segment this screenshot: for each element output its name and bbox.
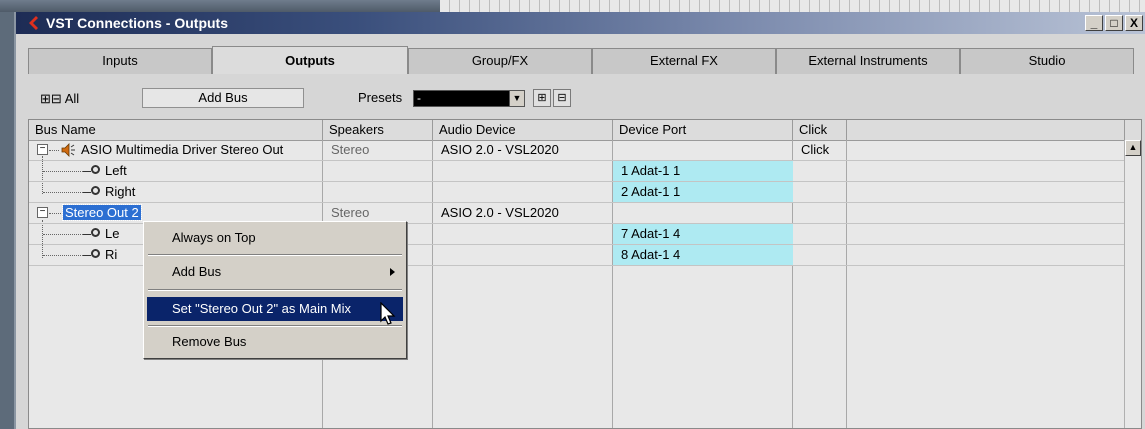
tree-connector xyxy=(83,192,91,193)
tree-connector xyxy=(83,171,91,172)
table-row[interactable]: − ASIO Multimedia Driver Stereo Out Ster… xyxy=(29,140,1125,161)
tab-group-fx[interactable]: Group/FX xyxy=(408,48,592,74)
bus-speakers[interactable]: Stereo xyxy=(323,203,433,223)
submenu-arrow-icon xyxy=(390,268,395,276)
bus-device-port[interactable] xyxy=(613,140,793,160)
minimize-button[interactable]: _ xyxy=(1085,15,1103,31)
collapse-toggle-icon[interactable]: − xyxy=(37,207,48,218)
window-title: VST Connections - Outputs xyxy=(46,15,228,31)
cubase-logo-icon xyxy=(29,16,38,30)
tree-connector xyxy=(43,234,83,236)
add-bus-button[interactable]: Add Bus xyxy=(142,88,304,108)
header-audio-device[interactable]: Audio Device xyxy=(433,120,613,140)
bus-click[interactable] xyxy=(793,203,847,223)
speaker-icon xyxy=(61,143,75,157)
menu-separator xyxy=(148,325,402,327)
expand-collapse-icon: ⊞⊟ xyxy=(40,91,62,106)
menu-separator xyxy=(148,254,402,256)
tab-inputs[interactable]: Inputs xyxy=(28,48,212,74)
tab-external-instruments[interactable]: External Instruments xyxy=(776,48,960,74)
tree-connector xyxy=(49,150,59,152)
bus-name-selected: Stereo Out 2 xyxy=(62,204,142,221)
menu-item-label: Add Bus xyxy=(172,264,222,279)
tab-bar: Inputs Outputs Group/FX External FX Exte… xyxy=(28,46,1134,74)
maximize-button[interactable]: □ xyxy=(1105,15,1123,31)
presets-dropdown[interactable]: - ▼ xyxy=(413,90,525,107)
channel-name: Right xyxy=(105,184,136,199)
tab-external-fx[interactable]: External FX xyxy=(592,48,776,74)
scroll-up-arrow-icon[interactable]: ▲ xyxy=(1125,140,1141,156)
title-bar[interactable]: VST Connections - Outputs _ □ X xyxy=(16,12,1145,34)
vertical-scrollbar[interactable]: ▲ xyxy=(1124,140,1141,428)
remove-preset-icon[interactable]: ⊟ xyxy=(553,89,571,107)
table-row[interactable]: Left 1 Adat-1 1 xyxy=(29,161,1125,182)
tree-connector xyxy=(43,192,83,194)
menu-item-remove-bus[interactable]: Remove Bus xyxy=(147,330,403,354)
header-speakers[interactable]: Speakers xyxy=(323,120,433,140)
menu-separator xyxy=(148,289,402,291)
dropdown-arrow-icon: ▼ xyxy=(509,91,524,106)
channel-device-port[interactable]: 7 Adat-1 4 xyxy=(613,224,793,244)
channel-device-port[interactable]: 2 Adat-1 1 xyxy=(613,182,793,202)
expand-all-label: All xyxy=(64,91,80,106)
menu-item-add-bus[interactable]: Add Bus xyxy=(147,260,403,284)
table-header: Bus Name Speakers Audio Device Device Po… xyxy=(29,120,1141,141)
bus-name: ASIO Multimedia Driver Stereo Out xyxy=(81,142,284,157)
channel-device-port[interactable]: 1 Adat-1 1 xyxy=(613,161,793,181)
channel-device-port[interactable]: 8 Adat-1 4 xyxy=(613,245,793,265)
presets-value: - xyxy=(417,91,421,105)
channel-plug-icon xyxy=(91,249,100,258)
presets-label: Presets xyxy=(358,90,403,105)
tree-connector xyxy=(49,213,61,215)
bus-device-port[interactable] xyxy=(613,203,793,223)
menu-item-always-on-top[interactable]: Always on Top xyxy=(147,226,403,250)
tab-studio[interactable]: Studio xyxy=(960,48,1134,74)
bus-audio-device[interactable]: ASIO 2.0 - VSL2020 xyxy=(433,140,613,160)
header-empty xyxy=(847,120,1125,140)
bus-click[interactable]: Click xyxy=(793,140,847,160)
channel-name: Left xyxy=(105,163,127,178)
mouse-pointer-icon xyxy=(380,302,396,325)
bus-name[interactable]: Stereo Out 2 xyxy=(61,203,323,223)
bus-audio-device[interactable]: ASIO 2.0 - VSL2020 xyxy=(433,203,613,223)
header-click[interactable]: Click xyxy=(793,120,847,140)
close-button[interactable]: X xyxy=(1125,15,1143,31)
tab-outputs[interactable]: Outputs xyxy=(212,46,408,74)
tree-connector xyxy=(43,171,83,173)
channel-plug-icon xyxy=(91,165,100,174)
bus-speakers[interactable]: Stereo xyxy=(323,140,433,160)
menu-item-set-main-mix[interactable]: Set "Stereo Out 2" as Main Mix xyxy=(147,297,403,321)
channel-plug-icon xyxy=(91,186,100,195)
toolbar: ⊞⊟ All Add Bus Presets - ▼ ⊞ ⊟ xyxy=(28,88,1134,110)
store-preset-icon[interactable]: ⊞ xyxy=(533,89,551,107)
tree-connector xyxy=(83,234,91,235)
expand-collapse-all[interactable]: ⊞⊟ All xyxy=(40,91,79,107)
header-device-port[interactable]: Device Port xyxy=(613,120,793,140)
table-row[interactable]: Right 2 Adat-1 1 xyxy=(29,182,1125,203)
header-bus-name[interactable]: Bus Name xyxy=(29,120,323,140)
tree-connector xyxy=(83,255,91,256)
channel-plug-icon xyxy=(91,228,100,237)
tree-connector xyxy=(43,255,83,257)
context-menu: Always on Top Add Bus Set "Stereo Out 2"… xyxy=(143,221,407,359)
collapse-toggle-icon[interactable]: − xyxy=(37,144,48,155)
